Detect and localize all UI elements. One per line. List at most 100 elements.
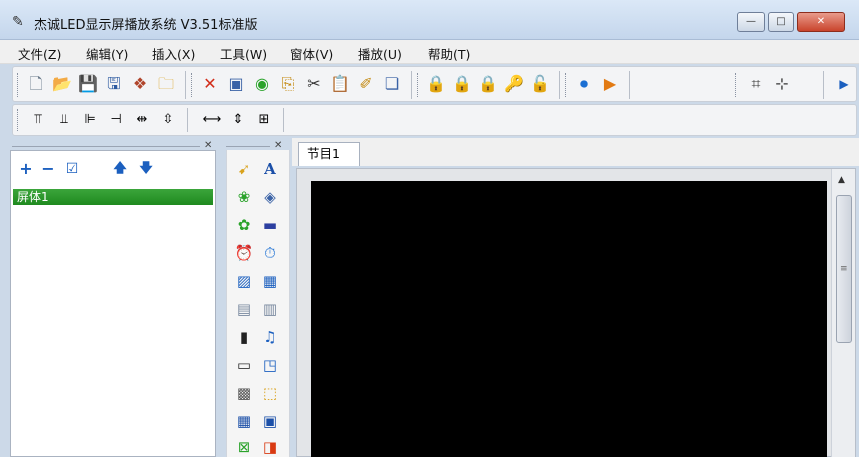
toolbar-separator [411,71,412,99]
menu-file[interactable]: 文件(Z) [18,44,61,63]
remove-icon[interactable]: − [39,159,57,179]
lock-icon[interactable]: 🔒 [477,73,499,95]
unlock-icon[interactable]: 🔓 [529,73,551,95]
cut-icon[interactable]: ✂ [303,73,325,95]
toolbar-grip[interactable] [565,73,568,97]
menu-bar: 文件(Z) 编辑(Y) 插入(X) 工具(W) 窗体(V) 播放(U) 帮助(T… [0,40,859,64]
key-icon[interactable]: 🔑 [503,73,525,95]
delete-icon[interactable]: ✕ [199,73,221,95]
distribute-horizontal-icon[interactable]: ⇹ [131,109,153,131]
html-tool-icon[interactable]: ◳ [259,354,281,376]
close-button[interactable]: ✕ [797,12,845,32]
open-folder-icon[interactable]: 📂 [51,73,73,95]
back-icon[interactable]: ◉ [251,73,273,95]
save-as-icon[interactable]: 🖫 [103,73,125,95]
check-icon[interactable]: ☑ [63,159,81,179]
paste-icon[interactable]: 📋 [329,73,351,95]
screen-item[interactable]: 屏体1 [13,189,213,205]
menu-play[interactable]: 播放(U) [358,44,402,63]
stop-circle-icon[interactable]: ⏺ [573,73,595,95]
database-tool-icon[interactable]: ⬚ [259,382,281,404]
lock-icon[interactable]: 🔒 [451,73,473,95]
save-icon[interactable]: 💾 [77,73,99,95]
calendar-tool-icon[interactable]: ▦ [259,270,281,292]
clip-icon[interactable]: ❏ [381,73,403,95]
preview-area: ▲ ≡ [296,168,856,457]
toolbar-grip[interactable] [17,109,20,131]
align-left-icon[interactable]: ⊫ [79,109,101,131]
rectangle-tool-icon[interactable]: ▬ [259,214,281,236]
edit-icon[interactable]: ✐ [355,73,377,95]
document-tool-icon[interactable]: ▤ [233,298,255,320]
add-icon[interactable]: + [17,159,35,179]
toolbar-separator [185,71,186,99]
clock-tool-icon[interactable]: ⏰ [233,242,255,264]
pointer-icon[interactable]: ➹ [233,158,255,180]
align-middle-icon[interactable]: ⫫ [53,109,75,131]
toolbar-separator [823,71,824,99]
video-tool-icon[interactable]: ▮ [233,326,255,348]
thumb-grip-icon: ≡ [840,264,848,274]
window-tool-icon[interactable]: ▭ [233,354,255,376]
page-tool-icon[interactable]: ▥ [259,298,281,320]
lock-icon[interactable]: 🔒 [425,73,447,95]
main-toolbar: 🗋 📂 💾 🖫 ❖ 🗀 ✕ ▣ ◉ ⎘ ✂ 📋 ✐ ❏ 🔒 🔒 🔒 🔑 🔓 ⏺ … [12,66,857,102]
select-icon[interactable]: ▣ [225,73,247,95]
menu-window[interactable]: 窗体(V) [290,44,333,63]
maximize-button[interactable]: □ [768,12,794,32]
screen-list-panel: + − ☑ 🡅 🡇 屏体1 [10,150,216,457]
menu-edit[interactable]: 编辑(Y) [86,44,128,63]
minimize-button[interactable]: — [737,12,765,32]
title-bar: ✎ 杰诚LED显示屏播放系统 V3.51标准版 — □ ✕ [0,0,859,40]
timer-tool-icon[interactable]: ⏱ [259,242,281,264]
toolbar-more-icon[interactable]: ▶ [833,73,855,95]
scroll-up-icon[interactable]: ▲ [838,175,845,185]
screen-move-icon[interactable]: ⊹ [771,73,793,95]
align-top-icon[interactable]: ⫪ [27,109,49,131]
app-logo-icon: ✎ [12,14,24,30]
toolbar-grip[interactable] [735,73,738,97]
fit-both-icon[interactable]: ⊞ [253,109,275,131]
distribute-vertical-icon[interactable]: ⇳ [157,109,179,131]
vertical-scrollbar[interactable]: ▲ ≡ [831,169,855,457]
weather-tool-icon[interactable]: ▨ [233,270,255,292]
toolbar-grip[interactable] [417,73,420,97]
tool-palette: ➹ A ❀ ◈ ✿ ▬ ⏰ ⏱ ▨ ▦ ▤ ▥ ▮ ♫ ▭ ◳ ▩ ⬚ ▦ ▣ … [226,150,290,457]
music-tool-icon[interactable]: ♫ [259,326,281,348]
flash-tool-icon[interactable]: ✿ [233,214,255,236]
camera-tool-icon[interactable]: ▩ [233,382,255,404]
new-file-icon[interactable]: 🗋 [25,73,47,95]
text-tool-icon[interactable]: A [259,158,281,180]
tools-icon[interactable]: ❖ [129,73,151,95]
play-circle-icon[interactable]: ▶ [599,73,621,95]
toolbar-grip[interactable] [17,73,20,97]
powerpoint-tool-icon[interactable]: ◨ [259,436,281,457]
program-tab-strip: 节目1 [292,138,859,166]
toolbar-grip[interactable] [191,73,194,97]
toolbar-separator [187,108,188,132]
screen-select-icon[interactable]: ⌗ [745,73,767,95]
table-tool-icon[interactable]: ▦ [233,410,255,432]
folder-icon[interactable]: 🗀 [155,73,177,95]
align-right-icon[interactable]: ⊣ [105,109,127,131]
tab-program-1[interactable]: 节目1 [298,142,360,166]
excel-tool-icon[interactable]: ⊠ [233,436,255,457]
fit-height-icon[interactable]: ⇕ [227,109,249,131]
copy-icon[interactable]: ⎘ [277,73,299,95]
toolbar-separator [559,71,560,99]
toolbar-separator [283,108,284,132]
align-toolbar: ⫪ ⫫ ⊫ ⊣ ⇹ ⇳ ⟷ ⇕ ⊞ [12,104,857,136]
scroll-thumb[interactable]: ≡ [836,195,852,343]
menu-insert[interactable]: 插入(X) [152,44,195,63]
picture-tool-icon[interactable]: ◈ [259,186,281,208]
toolbar-separator [629,71,630,99]
menu-help[interactable]: 帮助(T) [428,44,470,63]
screen-canvas[interactable] [311,181,827,457]
word-tool-icon[interactable]: ▣ [259,410,281,432]
fit-width-icon[interactable]: ⟷ [201,109,223,131]
window-title: 杰诚LED显示屏播放系统 V3.51标准版 [34,18,258,33]
menu-tools[interactable]: 工具(W) [220,44,267,63]
move-up-icon[interactable]: 🡅 [111,159,129,179]
move-down-icon[interactable]: 🡇 [137,159,155,179]
image-tool-icon[interactable]: ❀ [233,186,255,208]
